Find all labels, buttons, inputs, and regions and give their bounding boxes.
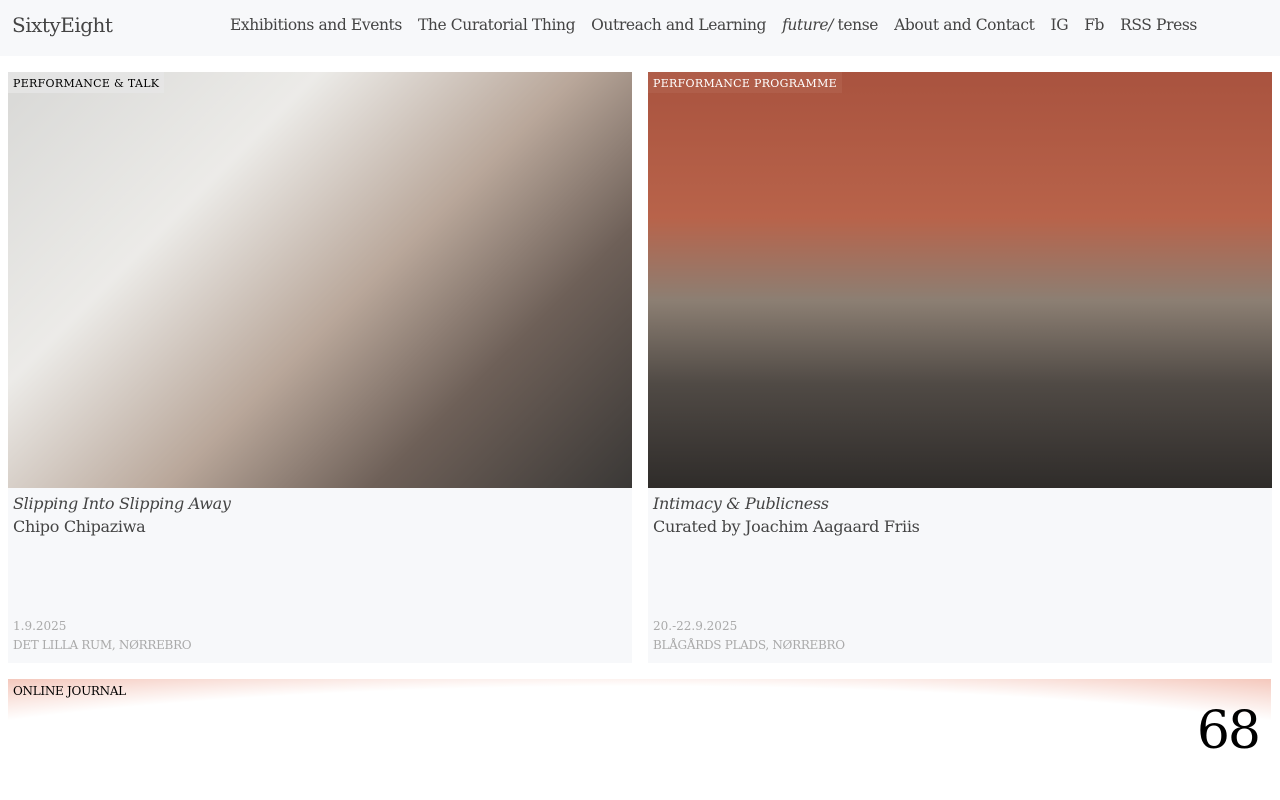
event-place: DET LILLA RUM, NØRREBRO — [13, 638, 192, 652]
nav-future-label: future/ — [782, 16, 834, 34]
journal-number: 68 — [1196, 701, 1261, 761]
event-place: BLÅGÅRDS PLADS, NØRREBRO — [653, 638, 845, 652]
nav-future-tense[interactable]: future/ tense — [782, 16, 878, 34]
site-logo[interactable]: SixtyEight — [12, 13, 113, 37]
event-tag: PERFORMANCE & TALK — [8, 72, 165, 93]
event-image: PERFORMANCE PROGRAMME — [648, 72, 1272, 488]
event-title: Intimacy & Publicness — [653, 494, 829, 513]
site-header: SixtyEight Exhibitions and Events The Cu… — [0, 0, 1280, 56]
event-date: 1.9.2025 — [13, 619, 67, 633]
event-title: Slipping Into Slipping Away — [13, 494, 231, 513]
main-nav: Exhibitions and Events The Curatorial Th… — [230, 16, 1197, 34]
nav-fb[interactable]: Fb — [1084, 16, 1104, 34]
nav-curatorial[interactable]: The Curatorial Thing — [418, 16, 576, 34]
nav-ig[interactable]: IG — [1050, 16, 1068, 34]
nav-outreach[interactable]: Outreach and Learning — [591, 16, 766, 34]
journal-tag: ONLINE JOURNAL — [13, 684, 126, 698]
event-subtitle: Chipo Chipaziwa — [13, 517, 146, 536]
online-journal-card[interactable]: ONLINE JOURNAL 68 — [8, 679, 1271, 800]
event-date: 20.-22.9.2025 — [653, 619, 738, 633]
event-card[interactable]: PERFORMANCE & TALK Slipping Into Slippin… — [8, 72, 632, 663]
event-image: PERFORMANCE & TALK — [8, 72, 632, 488]
event-tag: PERFORMANCE PROGRAMME — [648, 72, 842, 93]
event-subtitle: Curated by Joachim Aagaard Friis — [653, 517, 920, 536]
nav-about[interactable]: About and Contact — [894, 16, 1035, 34]
nav-exhibitions[interactable]: Exhibitions and Events — [230, 16, 402, 34]
event-card[interactable]: PERFORMANCE PROGRAMME Intimacy & Publicn… — [648, 72, 1272, 663]
nav-tense-label: tense — [837, 16, 879, 34]
nav-rss[interactable]: RSS Press — [1120, 16, 1197, 34]
